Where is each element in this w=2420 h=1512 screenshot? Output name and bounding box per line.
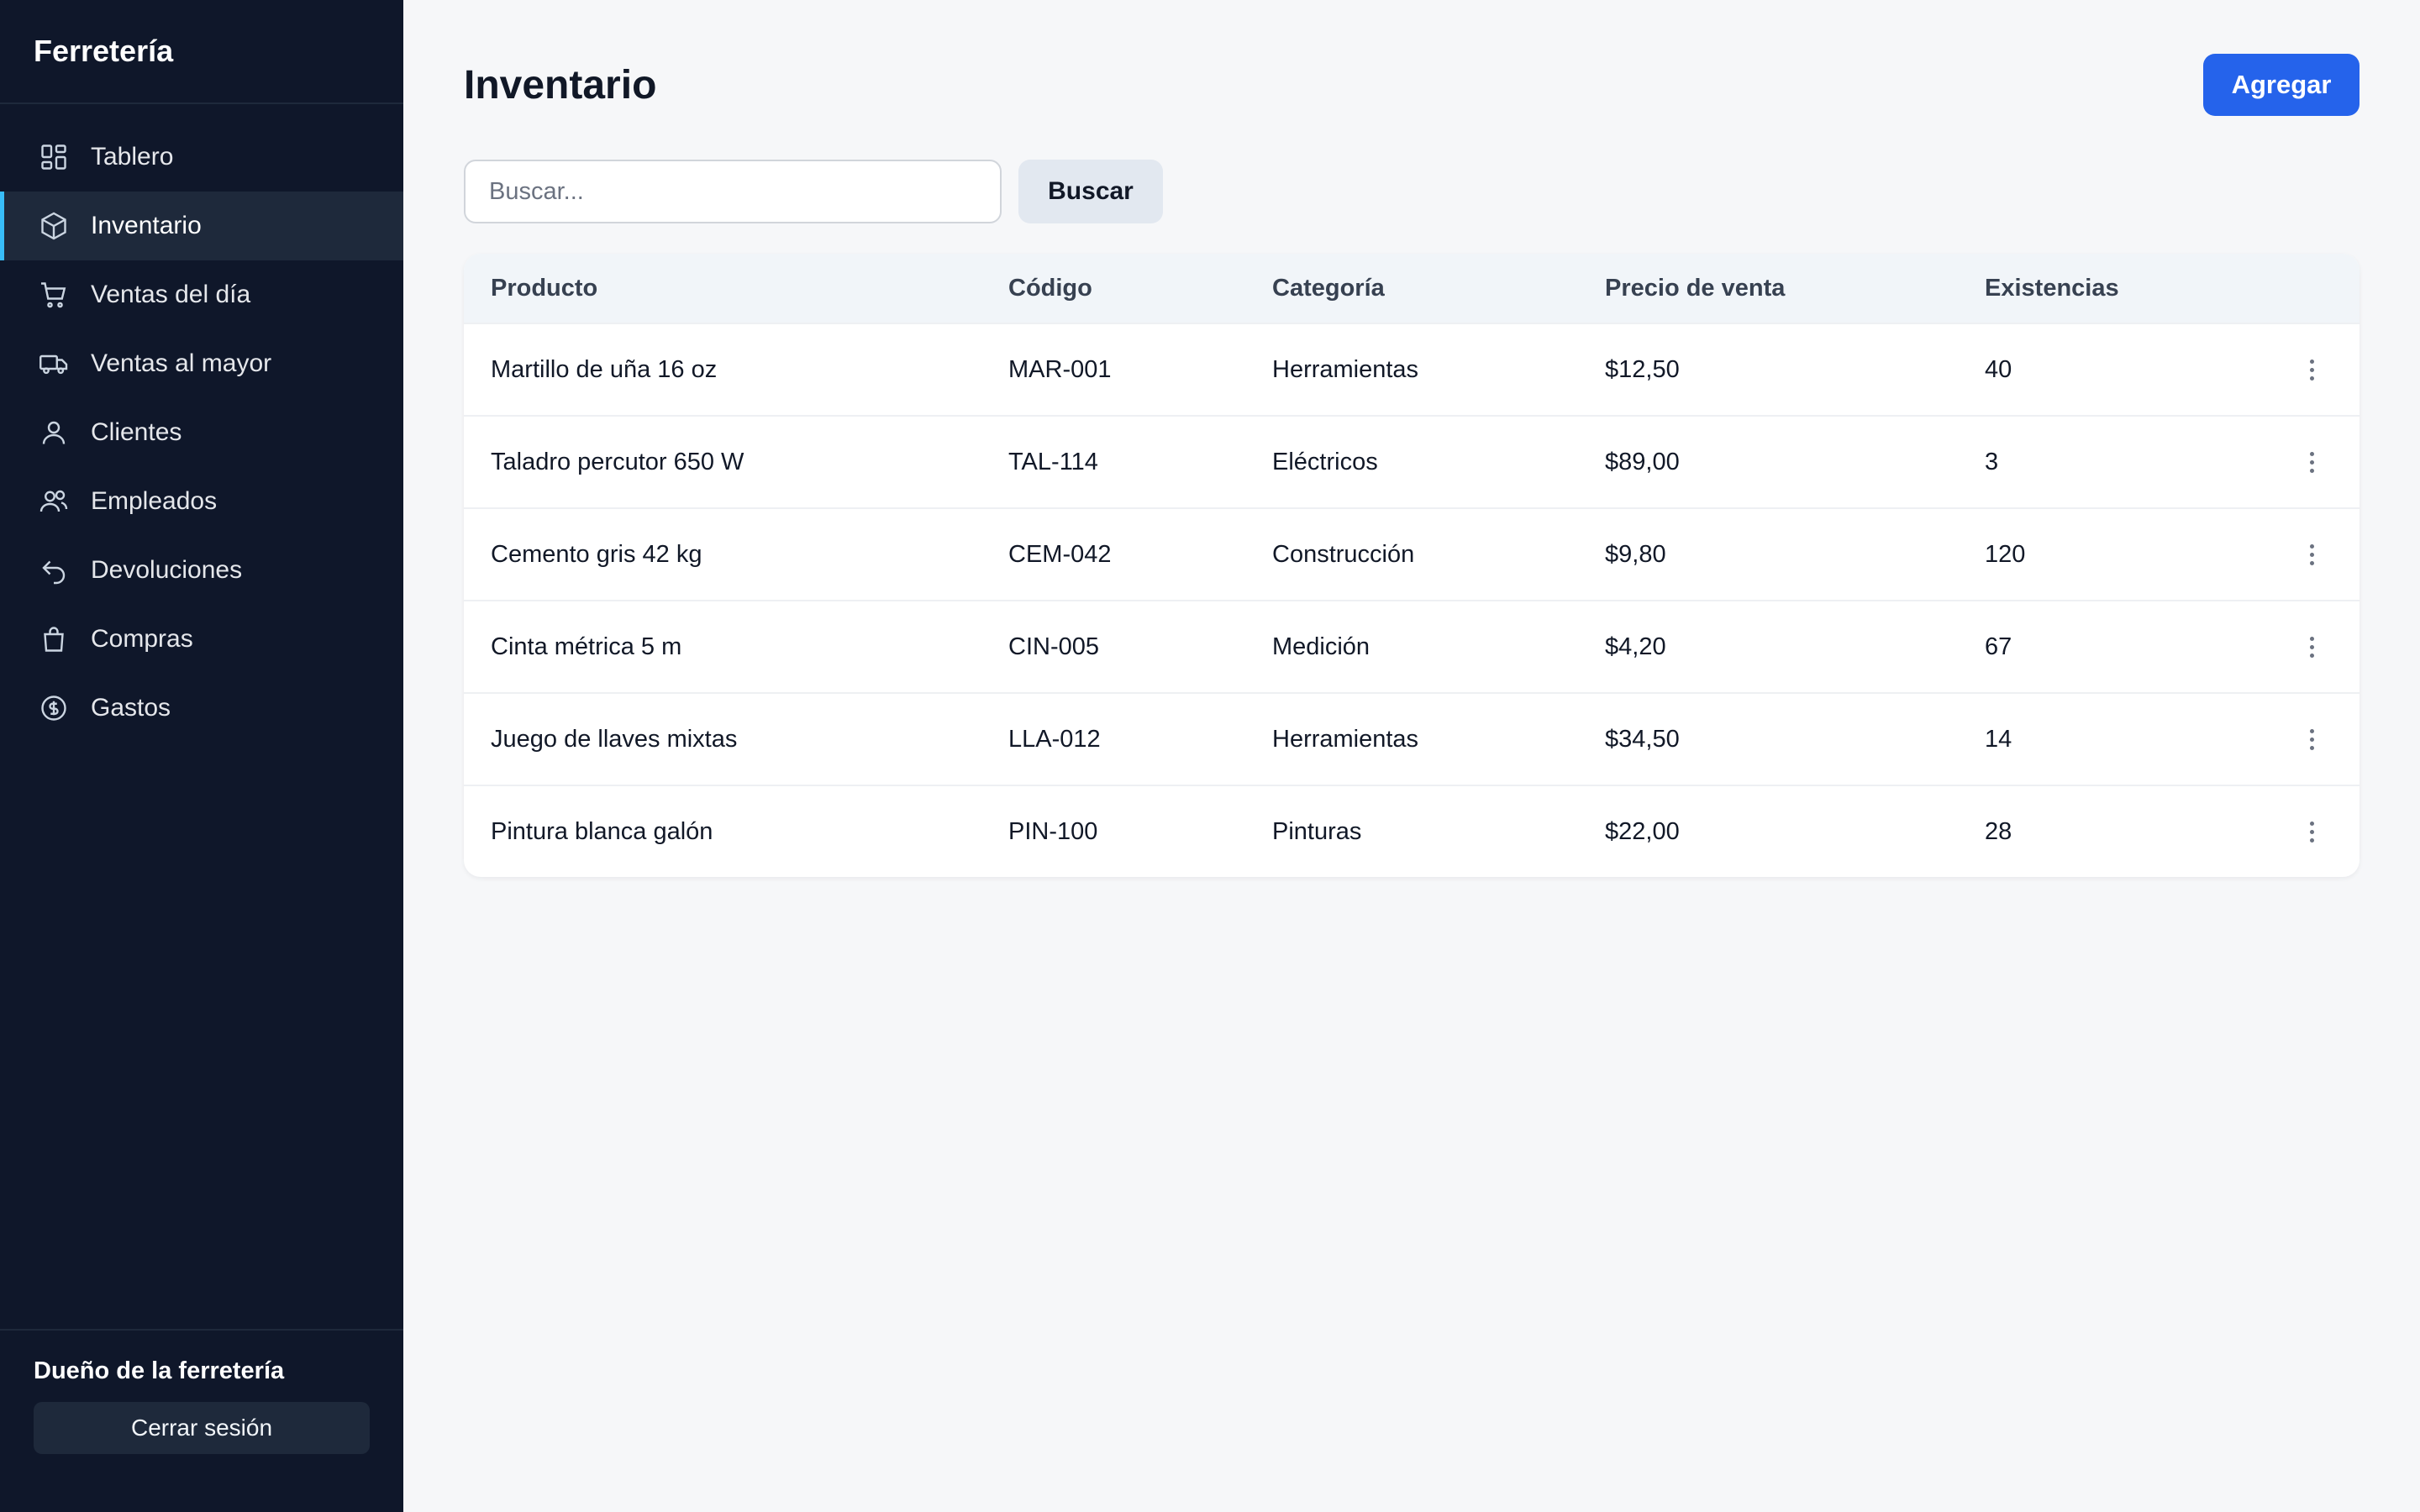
header-product[interactable]: Producto — [491, 275, 597, 302]
cell-code: PIN-100 — [1008, 817, 1098, 845]
owner-label: Dueño de la ferretería — [34, 1357, 285, 1384]
box-icon — [37, 209, 71, 243]
cell-category: Herramientas — [1272, 355, 1419, 383]
sidebar: Ferretería Tablero Inventario Ventas del… — [0, 0, 403, 1512]
table-row[interactable]: Pintura blanca galón PIN-100 Pinturas $2… — [464, 785, 2360, 877]
sidebar-item-label: Empleados — [91, 487, 218, 515]
sidebar-item-tablero[interactable]: Tablero — [0, 123, 403, 192]
table-row[interactable]: Cinta métrica 5 m CIN-005 Medición $4,20… — [464, 600, 2360, 692]
cell-price: $12,50 — [1605, 355, 1680, 383]
table-header: Producto Código Categoría Precio de vent… — [464, 254, 2360, 323]
cell-category: Herramientas — [1272, 725, 1419, 753]
sidebar-footer: Dueño de la ferretería Cerrar sesión — [0, 1329, 403, 1512]
cell-category: Construcción — [1272, 540, 1415, 568]
brand-title: Ferretería — [0, 0, 403, 104]
table-row[interactable]: Cemento gris 42 kg CEM-042 Construcción … — [464, 507, 2360, 600]
cell-price: $4,20 — [1605, 633, 1666, 660]
header-code[interactable]: Código — [1008, 275, 1092, 302]
cell-product: Martillo de uña 16 oz — [491, 355, 718, 383]
cell-product: Juego de llaves mixtas — [491, 725, 738, 753]
cell-stock: 28 — [1985, 817, 2012, 845]
cell-category: Medición — [1272, 633, 1370, 660]
cell-code: MAR-001 — [1008, 355, 1112, 383]
sidebar-item-label: Tablero — [91, 143, 174, 171]
undo-icon — [37, 554, 71, 587]
table-row[interactable]: Taladro percutor 650 W TAL-114 Eléctrico… — [464, 415, 2360, 507]
table-row[interactable]: Martillo de uña 16 oz MAR-001 Herramient… — [464, 323, 2360, 415]
truck-icon — [37, 347, 71, 381]
table-row[interactable]: Juego de llaves mixtas LLA-012 Herramien… — [464, 692, 2360, 785]
cell-stock: 67 — [1985, 633, 2012, 660]
search-button[interactable]: Buscar — [1018, 160, 1163, 223]
cell-category: Pinturas — [1272, 817, 1362, 845]
sidebar-item-label: Ventas al mayor — [91, 349, 272, 377]
header-price[interactable]: Precio de venta — [1605, 275, 1785, 302]
cell-code: CIN-005 — [1008, 633, 1099, 660]
cell-product: Cemento gris 42 kg — [491, 540, 702, 568]
cell-category: Eléctricos — [1272, 448, 1378, 475]
cell-stock: 40 — [1985, 355, 2012, 383]
cell-stock: 14 — [1985, 725, 2012, 753]
sidebar-item-label: Devoluciones — [91, 556, 243, 584]
add-button[interactable]: Agregar — [2203, 54, 2360, 116]
sidebar-item-label: Ventas del día — [91, 281, 251, 308]
more-options-icon[interactable] — [2299, 543, 2324, 565]
sidebar-item-inventario[interactable]: Inventario — [0, 192, 403, 260]
sidebar-item-empleados[interactable]: Empleados — [0, 467, 403, 536]
sidebar-item-label: Gastos — [91, 694, 171, 722]
header-category[interactable]: Categoría — [1272, 275, 1385, 302]
cart-icon — [37, 278, 71, 312]
dashboard-icon — [37, 140, 71, 174]
cell-product: Pintura blanca galón — [491, 817, 713, 845]
sidebar-item-clientes[interactable]: Clientes — [0, 398, 403, 467]
sidebar-item-label: Compras — [91, 625, 193, 653]
users-icon — [37, 485, 71, 518]
bag-icon — [37, 622, 71, 656]
more-options-icon[interactable] — [2299, 821, 2324, 843]
cell-product: Taladro percutor 650 W — [491, 448, 744, 475]
cell-stock: 3 — [1985, 448, 1999, 475]
coin-icon — [37, 691, 71, 725]
sidebar-item-gastos[interactable]: Gastos — [0, 674, 403, 743]
cell-price: $34,50 — [1605, 725, 1680, 753]
sidebar-item-label: Inventario — [91, 212, 202, 239]
cell-code: LLA-012 — [1008, 725, 1101, 753]
more-options-icon[interactable] — [2299, 728, 2324, 750]
user-icon — [37, 416, 71, 449]
sidebar-nav: Tablero Inventario Ventas del día Ventas… — [0, 104, 403, 743]
more-options-icon[interactable] — [2299, 359, 2324, 381]
sidebar-item-ventas-del-dia[interactable]: Ventas del día — [0, 260, 403, 329]
cell-stock: 120 — [1985, 540, 2026, 568]
more-options-icon[interactable] — [2299, 451, 2324, 473]
sidebar-item-devoluciones[interactable]: Devoluciones — [0, 536, 403, 605]
sidebar-item-ventas-al-mayor[interactable]: Ventas al mayor — [0, 329, 403, 398]
inventory-table: Producto Código Categoría Precio de vent… — [464, 254, 2360, 877]
header-stock[interactable]: Existencias — [1985, 275, 2119, 302]
search-input[interactable] — [464, 160, 1002, 223]
cell-code: TAL-114 — [1008, 448, 1098, 475]
sidebar-item-label: Clientes — [91, 418, 182, 446]
logout-button[interactable]: Cerrar sesión — [34, 1402, 370, 1454]
cell-code: CEM-042 — [1008, 540, 1112, 568]
cell-price: $22,00 — [1605, 817, 1680, 845]
cell-price: $9,80 — [1605, 540, 1666, 568]
sidebar-item-compras[interactable]: Compras — [0, 605, 403, 674]
cell-price: $89,00 — [1605, 448, 1680, 475]
page-title: Inventario — [464, 63, 657, 108]
cell-product: Cinta métrica 5 m — [491, 633, 682, 660]
more-options-icon[interactable] — [2299, 636, 2324, 658]
